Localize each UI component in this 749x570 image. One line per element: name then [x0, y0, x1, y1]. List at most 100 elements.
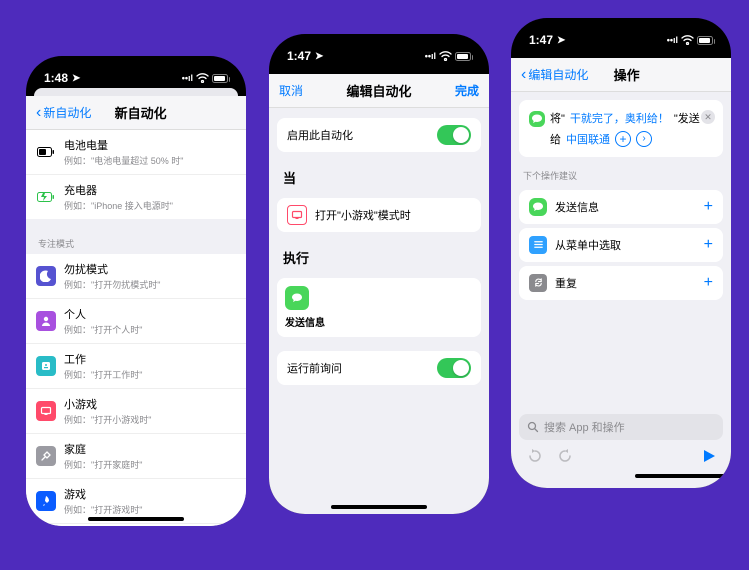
- card-text-mid: "发送: [674, 110, 700, 129]
- section-header-focus: 专注模式: [26, 229, 246, 254]
- row-ask-before-run[interactable]: 运行前询问: [277, 351, 481, 385]
- menu-icon: [529, 236, 547, 254]
- search-placeholder: 搜索 App 和操作: [544, 419, 625, 435]
- add-suggestion-button[interactable]: +: [704, 274, 713, 292]
- suggestion-label: 重复: [555, 275, 704, 291]
- status-time: 1:47: [287, 49, 311, 63]
- nav-bar: ‹ 编辑自动化 操作: [511, 58, 731, 92]
- chevron-left-icon: ‹: [521, 67, 526, 83]
- row-title: 打开"小游戏"模式时: [315, 207, 471, 223]
- remove-action-button[interactable]: ✕: [701, 110, 715, 124]
- battery-icon: [212, 74, 228, 83]
- messages-app-icon: [529, 111, 545, 127]
- nav-title: 操作: [614, 65, 640, 84]
- location-icon: ➤: [72, 73, 80, 84]
- status-time: 1:47: [529, 33, 553, 47]
- row-title: 工作: [64, 351, 236, 367]
- row-title: 游戏: [64, 486, 236, 502]
- suggestion-repeat[interactable]: 重复 +: [519, 266, 723, 300]
- toggle-enable[interactable]: [437, 125, 471, 145]
- row-title: 个人: [64, 306, 236, 322]
- row-sub: 例如："打开家庭时": [64, 458, 236, 471]
- add-suggestion-button[interactable]: +: [704, 236, 713, 254]
- search-input[interactable]: 搜索 App 和操作: [519, 414, 723, 440]
- rocket-icon: [36, 491, 56, 511]
- section-header-when: 当: [269, 158, 489, 192]
- add-suggestion-button[interactable]: +: [704, 198, 713, 216]
- nav-back-label: 新自动化: [43, 104, 91, 121]
- nav-cancel[interactable]: 取消: [279, 82, 303, 99]
- section-header-suggestions: 下个操作建议: [511, 165, 731, 186]
- notch: [83, 56, 189, 76]
- suggestion-choose-menu[interactable]: 从菜单中选取 +: [519, 228, 723, 262]
- nav-back[interactable]: ‹ 编辑自动化: [521, 66, 588, 83]
- row-title: 电池电量: [64, 137, 236, 153]
- row-mini-game[interactable]: 小游戏 例如："打开小游戏时": [26, 389, 246, 434]
- repeat-icon: [529, 274, 547, 292]
- person-icon: [36, 311, 56, 331]
- nav-done[interactable]: 完成: [455, 82, 479, 99]
- home-indicator[interactable]: [331, 505, 427, 509]
- notch: [326, 34, 432, 54]
- phone-1: 1:48 ➤ ••ıl ‹ 新自动化 新自动化: [26, 56, 246, 526]
- nav-cancel-label: 取消: [279, 82, 303, 99]
- location-icon: ➤: [315, 51, 323, 62]
- card-stack-behind: [34, 88, 238, 96]
- row-battery-level[interactable]: 电池电量 例如："电池电量超过 50% 时": [26, 130, 246, 175]
- screen-content: ‹ 编辑自动化 操作 ✕ 将"干就完了，奥利给！"发送 给 中国联通 + › 下…: [511, 58, 731, 488]
- expand-button[interactable]: ›: [636, 131, 652, 147]
- row-sub: 例如："打开勿扰模式时": [64, 278, 236, 291]
- row-sub: 例如："打开个人时": [64, 323, 236, 336]
- row-enable-automation[interactable]: 启用此自动化: [277, 118, 481, 152]
- row-home[interactable]: 家庭 例如："打开家庭时": [26, 434, 246, 479]
- nav-done-label: 完成: [455, 82, 479, 99]
- action-summary-card[interactable]: ✕ 将"干就完了，奥利给！"发送 给 中国联通 + ›: [519, 100, 723, 157]
- row-title: 勿扰模式: [64, 261, 236, 277]
- battery-icon: [455, 52, 471, 61]
- nav-back-label: 编辑自动化: [528, 66, 588, 83]
- row-sub: 例如："打开游戏时": [64, 503, 236, 516]
- notch: [568, 18, 674, 38]
- row-work[interactable]: 工作 例如："打开工作时": [26, 344, 246, 389]
- redo-button[interactable]: [559, 448, 575, 464]
- nav-bar: 取消 编辑自动化 完成: [269, 74, 489, 108]
- row-dnd[interactable]: 勿扰模式 例如："打开勿扰模式时": [26, 254, 246, 299]
- battery-icon: [697, 36, 713, 45]
- card-message-link[interactable]: 干就完了，奥利给！: [570, 110, 669, 129]
- suggestion-label: 发送信息: [555, 199, 704, 215]
- toolbar: [511, 440, 731, 472]
- badge-icon: [36, 356, 56, 376]
- suggestion-send-message[interactable]: 发送信息 +: [519, 190, 723, 224]
- nav-back[interactable]: ‹ 新自动化: [36, 104, 91, 121]
- row-charger[interactable]: 充电器 例如："iPhone 接入电源时": [26, 175, 246, 219]
- toggle-ask[interactable]: [437, 358, 471, 378]
- signal-icon: ••ıl: [425, 51, 436, 61]
- row-heart[interactable]: ♥ 例如："打开♥时": [26, 524, 246, 526]
- add-recipient-button[interactable]: +: [615, 131, 631, 147]
- display-icon: [36, 401, 56, 421]
- wifi-icon: [196, 73, 209, 83]
- row-sub: 例如："电池电量超过 50% 时": [64, 154, 236, 167]
- nav-title: 新自动化: [115, 103, 167, 122]
- suggestion-label: 从菜单中选取: [555, 237, 704, 253]
- card-text-prefix: 将": [550, 110, 565, 129]
- action-label: 发送信息: [285, 314, 473, 329]
- row-personal[interactable]: 个人 例如："打开个人时": [26, 299, 246, 344]
- screen-content: ‹ 新自动化 新自动化 电池电量 例如："电池电量超过 50% 时": [26, 96, 246, 526]
- row-title: 启用此自动化: [287, 127, 437, 143]
- play-button[interactable]: [701, 448, 717, 464]
- undo-button[interactable]: [525, 448, 541, 464]
- wifi-icon: [681, 35, 694, 45]
- messages-app-icon: [285, 286, 309, 310]
- row-sub: 例如："iPhone 接入电源时": [64, 199, 236, 212]
- card-recipient-link[interactable]: 中国联通: [566, 131, 610, 147]
- action-card[interactable]: 发送信息: [277, 278, 481, 337]
- row-when-condition[interactable]: 打开"小游戏"模式时: [277, 198, 481, 232]
- home-indicator[interactable]: [635, 474, 731, 478]
- row-title: 小游戏: [64, 396, 236, 412]
- home-indicator[interactable]: [88, 517, 184, 521]
- row-sub: 例如："打开小游戏时": [64, 413, 236, 426]
- wifi-icon: [439, 51, 452, 61]
- row-title: 运行前询问: [287, 360, 437, 376]
- section-header-do: 执行: [269, 238, 489, 272]
